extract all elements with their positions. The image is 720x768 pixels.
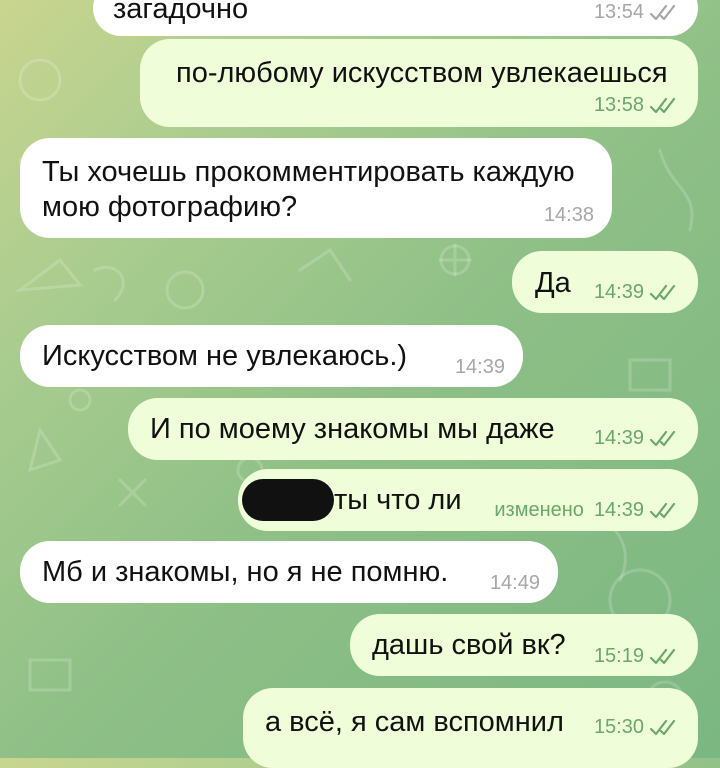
message-text: загадочно [113, 0, 249, 25]
message-meta: 15:30 [594, 716, 680, 739]
message-text: а всё, я сам вспомнил [265, 706, 564, 738]
message-meta: изменено 14:39 [494, 499, 680, 522]
message-text: Ты хочешь прокомментировать каждую мою ф… [42, 156, 575, 223]
message-text: Мб и знакомы, но я не помню. [42, 556, 449, 588]
message-bubble-outgoing[interactable]: И по моему знакомы мы даже 14:39 [128, 398, 698, 460]
message-meta: 15:19 [594, 645, 680, 668]
message-text: дашь свой вк? [372, 629, 566, 661]
edited-label: изменено [494, 499, 584, 521]
message-time: 14:39 [593, 499, 644, 521]
message-text: И по моему знакомы мы даже [150, 413, 555, 445]
message-bubble-outgoing[interactable]: а всё, я сам вспомнил 15:30 [243, 688, 698, 768]
message-bubble-incoming[interactable]: Ты хочешь прокомментировать каждую мою ф… [20, 138, 612, 238]
double-check-icon [650, 284, 676, 300]
double-check-icon [650, 648, 676, 664]
message-bubble-outgoing[interactable]: дашь свой вк? 15:19 [350, 614, 698, 676]
chat-message-list[interactable]: загадочно 13:54 по-любому искусством увл… [0, 0, 720, 768]
message-time: 13:54 [593, 1, 644, 23]
double-check-icon [650, 719, 676, 735]
message-bubble-outgoing[interactable]: Да 14:39 [512, 251, 698, 313]
message-bubble-incoming[interactable]: Мб и знакомы, но я не помню. 14:49 [20, 541, 558, 603]
message-meta: 14:39 [594, 427, 680, 450]
message-time: 14:39 [454, 356, 505, 378]
message-time: 14:39 [593, 281, 644, 303]
message-text: по-любому искусством увлекаешься [176, 57, 668, 89]
message-time: 15:19 [593, 645, 644, 667]
message-time: 14:49 [489, 572, 540, 594]
message-meta: 14:38 [544, 204, 594, 227]
double-check-icon [650, 502, 676, 518]
message-meta: 14:39 [455, 356, 505, 379]
double-check-icon [650, 97, 676, 113]
message-text: Да [535, 267, 571, 299]
message-time: 13:58 [593, 94, 644, 116]
double-check-icon [650, 4, 676, 20]
message-bubble-incoming[interactable]: загадочно 13:54 [93, 0, 698, 36]
redacted-area [242, 479, 334, 521]
message-text: ты что ли [334, 484, 462, 516]
message-meta: 13:58 [594, 94, 680, 117]
message-meta: 13:54 [594, 1, 680, 24]
message-bubble-incoming[interactable]: Искусством не увлекаюсь.) 14:39 [20, 325, 523, 387]
message-time: 15:30 [593, 716, 644, 738]
message-meta: 14:49 [490, 572, 540, 595]
message-text: Искусством не увлекаюсь.) [42, 340, 408, 372]
double-check-icon [650, 430, 676, 446]
message-bubble-outgoing[interactable]: по-любому искусством увлекаешься 13:58 [140, 39, 698, 127]
message-bubble-outgoing[interactable]: ты что ли изменено 14:39 [238, 469, 698, 531]
message-meta: 14:39 [594, 281, 680, 304]
message-time: 14:38 [543, 204, 594, 226]
message-time: 14:39 [593, 427, 644, 449]
